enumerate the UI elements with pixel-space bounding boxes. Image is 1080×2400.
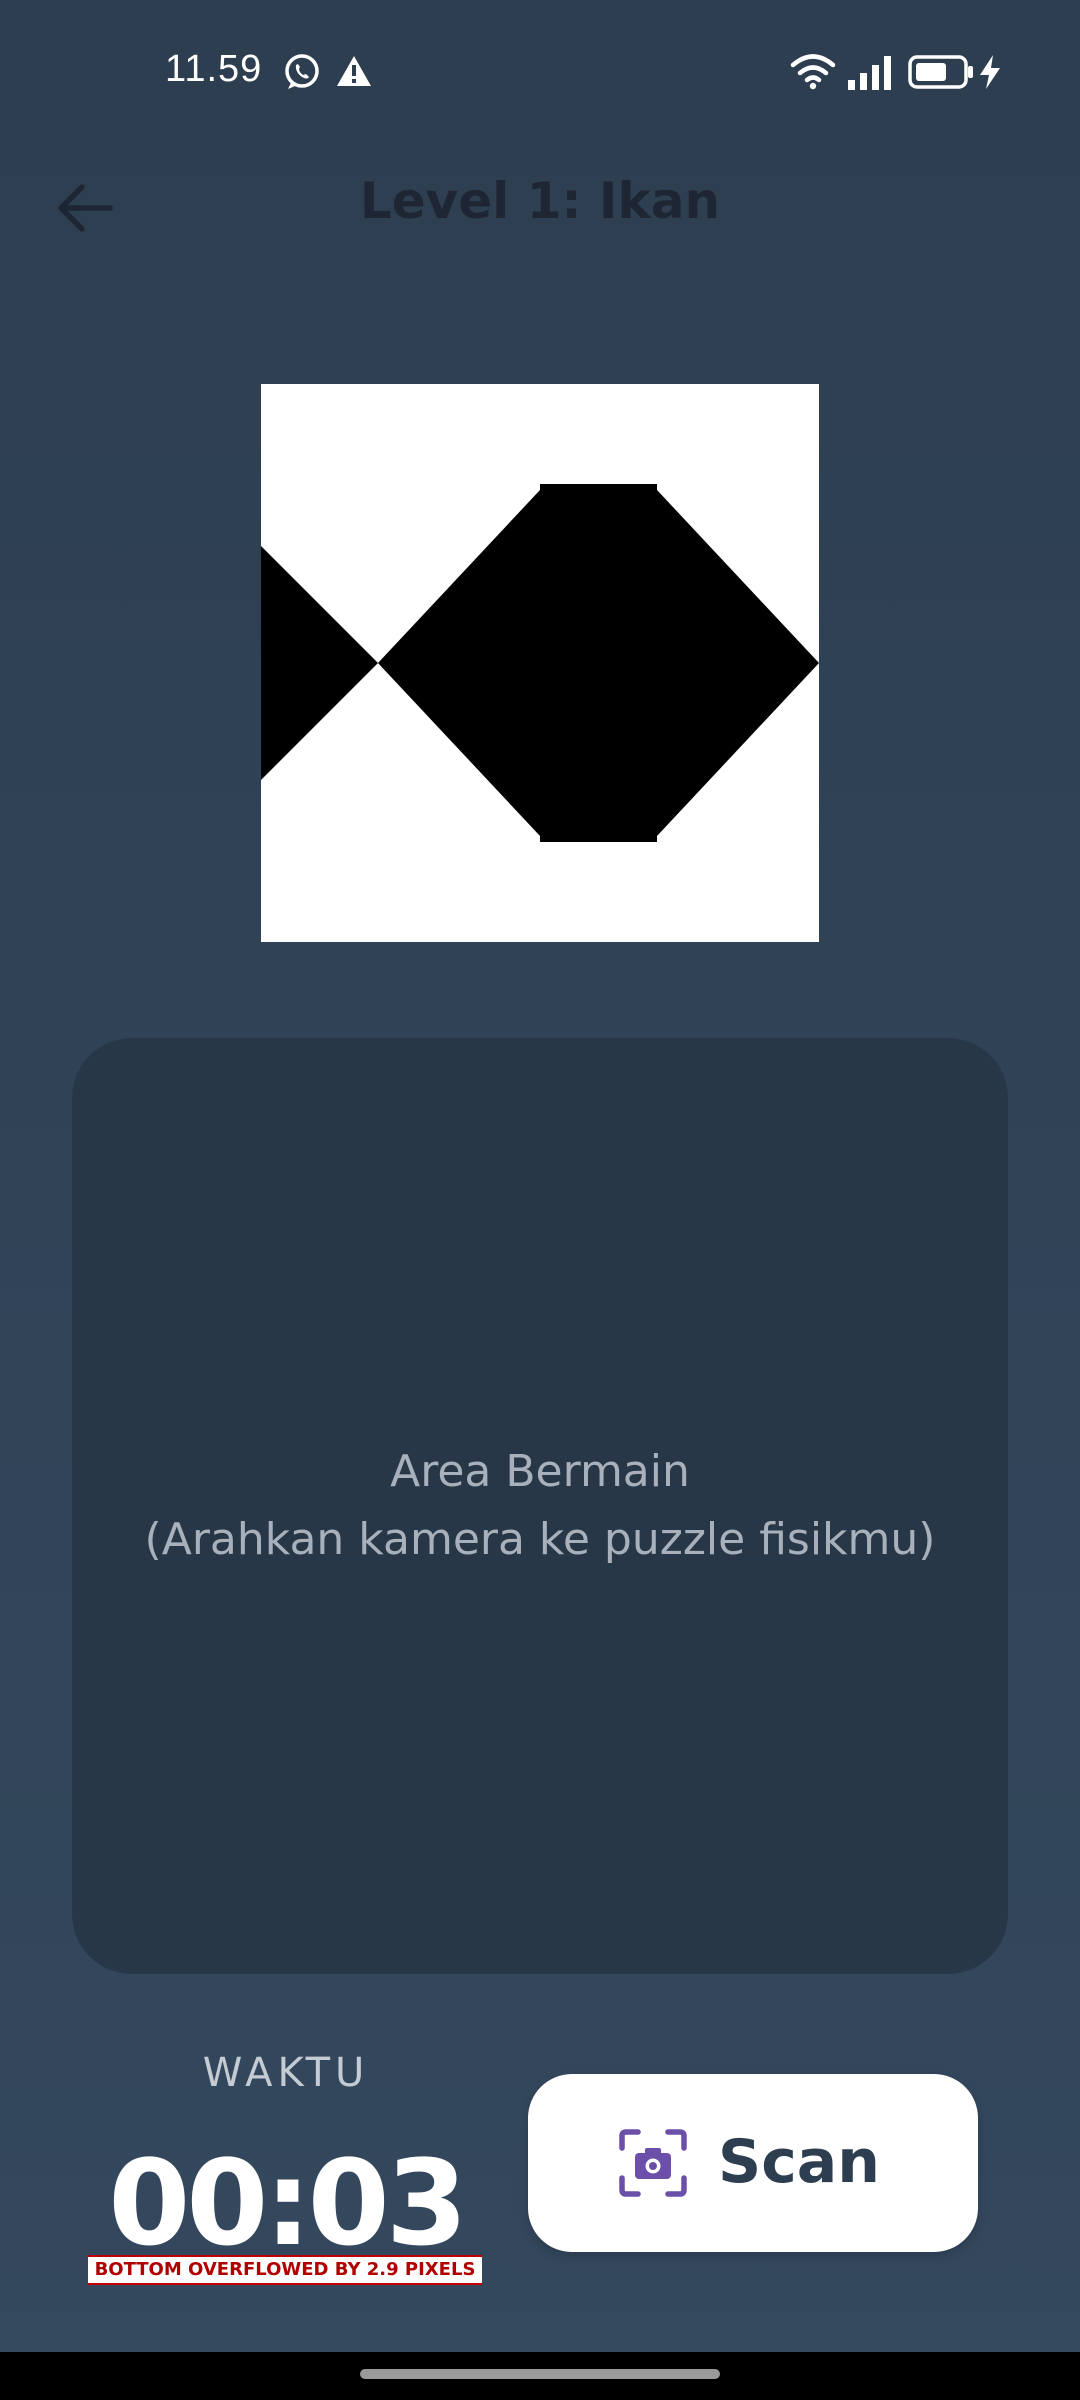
whatsapp-icon	[282, 52, 322, 92]
scan-button[interactable]: Scan	[528, 2074, 978, 2252]
timer-label: WAKTU	[202, 2050, 370, 2096]
overflow-warning-banner: BOTTOM OVERFLOWED BY 2.9 PIXELS	[88, 2255, 482, 2285]
system-nav-bar	[0, 2352, 1080, 2400]
charging-icon	[978, 54, 1002, 90]
camera-scan-icon	[618, 2128, 688, 2198]
signal-icon	[846, 54, 894, 90]
alert-icon	[335, 54, 373, 88]
play-area[interactable]: Area Bermain (Arahkan kamera ke puzzle f…	[72, 1038, 1008, 1974]
home-gesture-handle[interactable]	[360, 2369, 720, 2379]
play-area-hint: Area Bermain (Arahkan kamera ke puzzle f…	[72, 1438, 1008, 1574]
wifi-icon	[790, 52, 836, 90]
play-area-title: Area Bermain	[390, 1446, 690, 1497]
app-bar: Level 1: Ikan	[0, 140, 1080, 270]
fish-tangram-icon	[261, 484, 819, 942]
puzzle-target-image	[261, 384, 819, 942]
status-bar: 11.59	[0, 0, 1080, 140]
page-title: Level 1: Ikan	[359, 172, 721, 230]
overflow-warning-text: BOTTOM OVERFLOWED BY 2.9 PIXELS	[94, 2259, 476, 2280]
scan-button-label: Scan	[718, 2127, 880, 2197]
status-time: 11.59	[165, 48, 263, 90]
arrow-left-icon	[50, 184, 120, 247]
battery-icon	[908, 54, 974, 90]
play-area-instruction: (Arahkan kamera ke puzzle fisikmu)	[144, 1514, 936, 1565]
